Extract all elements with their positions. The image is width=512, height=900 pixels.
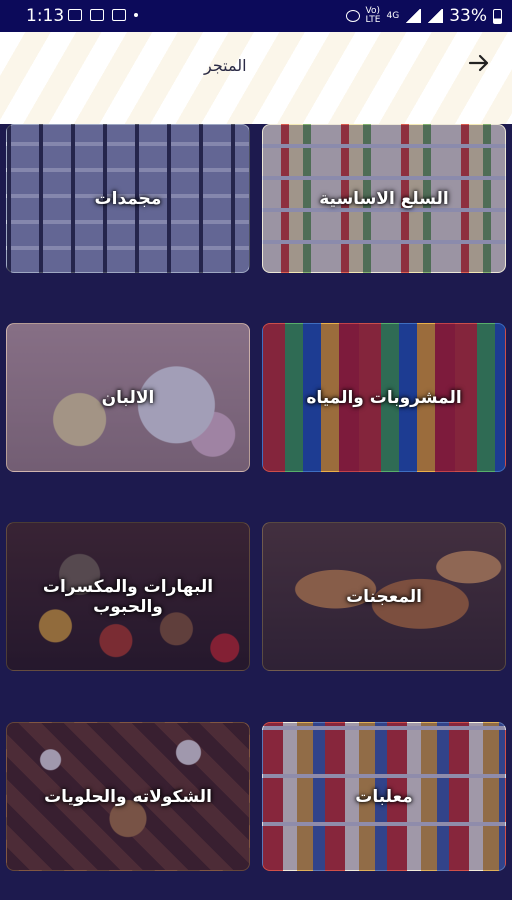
category-grid: السلع الاساسية مجمدات المشروبات والمياه … [0, 124, 512, 900]
video-icon [112, 9, 126, 21]
more-dot-icon [134, 13, 138, 17]
gallery-icon [68, 9, 82, 21]
system-icons: Vo) LTE 4G 33% [345, 6, 502, 26]
network-type: 4G [386, 10, 400, 21]
category-label: المعجنات [346, 586, 422, 607]
laptop-icon [90, 9, 104, 21]
signal-icon-2 [427, 9, 444, 23]
category-card-dairy[interactable]: الالبان [6, 323, 250, 472]
category-label: الشكولاته والحلويات [44, 786, 212, 807]
category-card-chocolate[interactable]: الشكولاته والحلويات [6, 722, 250, 871]
category-card-canned[interactable]: معلبات [262, 722, 506, 871]
category-label: السلع الاساسية [319, 188, 449, 209]
category-card-pastries[interactable]: المعجنات [262, 522, 506, 671]
status-time: 1:13 [26, 6, 65, 26]
category-label: مجمدات [94, 188, 162, 209]
category-label: البهارات والمكسرات والحبوب [42, 576, 214, 617]
category-label: الالبان [101, 387, 155, 408]
status-bar: 1:13 Vo) LTE 4G 33% [0, 0, 512, 32]
category-label: معلبات [355, 786, 413, 807]
category-card-spices[interactable]: البهارات والمكسرات والحبوب [6, 522, 250, 671]
category-label: المشروبات والمياه [306, 387, 462, 408]
category-card-frozen[interactable]: مجمدات [6, 124, 250, 273]
battery-percent: 33% [449, 6, 487, 26]
page-title: المتجر [204, 56, 247, 75]
category-card-drinks[interactable]: المشروبات والمياه [262, 323, 506, 472]
battery-icon [493, 8, 502, 24]
volte-indicator: Vo) LTE [365, 6, 381, 25]
category-card-staples[interactable]: السلع الاساسية [262, 124, 506, 273]
back-button[interactable] [466, 50, 492, 76]
app-header: المتجر [0, 32, 512, 124]
notification-icons [68, 9, 138, 21]
alarm-icon [345, 10, 360, 22]
signal-icon [405, 9, 422, 23]
arrow-right-icon [468, 54, 489, 72]
